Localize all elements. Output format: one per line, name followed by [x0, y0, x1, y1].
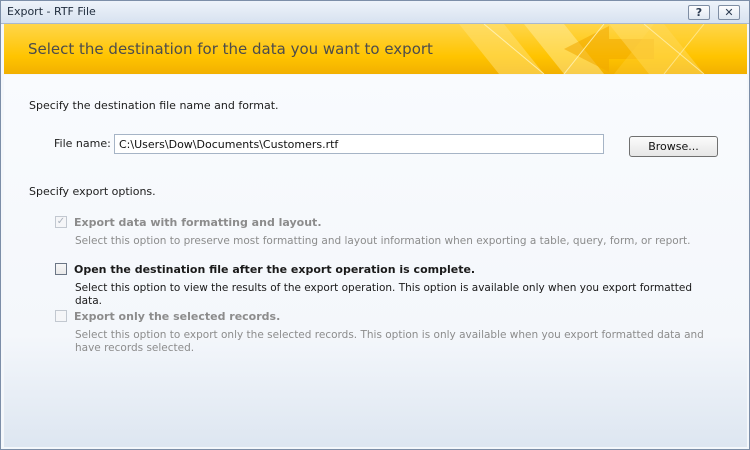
title-bar[interactable]: Export - RTF File ? ✕ [1, 1, 749, 24]
browse-button[interactable]: Browse... [629, 136, 718, 157]
open-after-export-label: Open the destination file after the expo… [74, 263, 476, 276]
close-icon: ✕ [724, 6, 734, 19]
export-dialog: Export - RTF File ? ✕ Select the destina… [0, 0, 750, 450]
selected-records-label: Export only the selected records. [74, 310, 281, 323]
help-icon: ? [695, 6, 703, 19]
formatting-checkbox[interactable]: ✓ [55, 216, 67, 228]
close-button[interactable]: ✕ [718, 5, 740, 20]
checkmark-icon: ✓ [56, 216, 66, 227]
help-button[interactable]: ? [688, 5, 710, 20]
file-name-input[interactable] [114, 134, 604, 154]
file-name-label: File name: [54, 137, 111, 150]
window-title: Export - RTF File [7, 5, 96, 18]
selected-records-checkbox[interactable] [55, 310, 67, 322]
selected-records-description: Select this option to export only the se… [75, 329, 704, 354]
header-banner: Select the destination for the data you … [4, 24, 747, 74]
open-after-export-checkbox[interactable] [55, 263, 67, 275]
browse-button-label: Browse... [648, 140, 699, 153]
options-intro: Specify export options. [29, 185, 156, 198]
dialog-content: Specify the destination file name and fo… [4, 75, 747, 447]
banner-heading: Select the destination for the data you … [28, 40, 433, 58]
destination-intro: Specify the destination file name and fo… [29, 99, 279, 112]
formatting-option-label: Export data with formatting and layout. [74, 216, 322, 229]
open-after-export-description: Select this option to view the results o… [75, 282, 692, 307]
formatting-option-description: Select this option to preserve most form… [75, 235, 691, 247]
